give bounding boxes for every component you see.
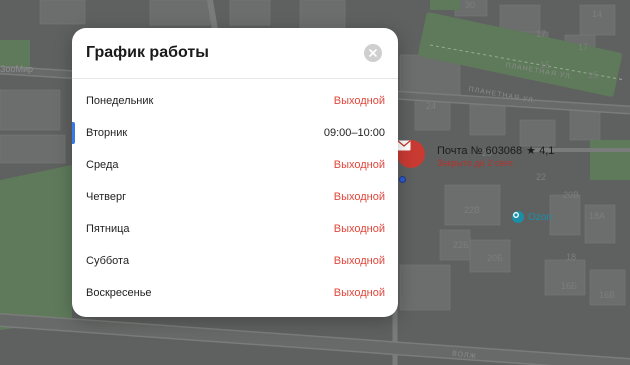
mail-envelope-icon[interactable] bbox=[397, 140, 425, 168]
schedule-row-monday: Понедельник Выходной bbox=[72, 85, 398, 117]
building-number: 15 bbox=[588, 70, 599, 80]
schedule-modal: График работы Понедельник Выходной Вторн… bbox=[72, 28, 398, 317]
building-number: 30 bbox=[465, 0, 476, 10]
modal-title: График работы bbox=[86, 44, 209, 61]
close-icon bbox=[369, 49, 377, 57]
day-name: Суббота bbox=[86, 255, 130, 267]
modal-header: График работы bbox=[72, 28, 398, 79]
building-number: 16Б bbox=[561, 281, 577, 291]
day-hours: Выходной bbox=[333, 191, 385, 203]
ozon-poi[interactable]: Ozon bbox=[512, 211, 552, 223]
poi-rating: ★ 4,1 bbox=[526, 145, 555, 157]
day-hours: Выходной bbox=[333, 255, 385, 267]
schedule-row-saturday: Суббота Выходной bbox=[72, 245, 398, 277]
building-number: 18А bbox=[589, 211, 606, 221]
building-number: 22 bbox=[536, 172, 547, 182]
day-hours: Выходной bbox=[333, 159, 385, 171]
day-hours: Выходной bbox=[333, 223, 385, 235]
poi-title[interactable]: Почта № 603068 ★ 4,1 bbox=[437, 144, 554, 157]
building-number: 17 bbox=[578, 42, 589, 52]
day-hours: Выходной bbox=[333, 287, 385, 299]
day-name: Среда bbox=[86, 159, 119, 171]
ozon-pin-icon[interactable] bbox=[512, 211, 524, 223]
building-number: 22В bbox=[464, 205, 481, 215]
day-name: Понедельник bbox=[86, 95, 154, 107]
building-number: 15 bbox=[540, 60, 551, 70]
schedule-row-thursday: Четверг Выходной bbox=[72, 181, 398, 213]
day-hours: 09:00–10:00 bbox=[323, 127, 385, 139]
close-button[interactable] bbox=[364, 44, 382, 62]
schedule-list: Понедельник Выходной Вторник 09:00–10:00… bbox=[72, 85, 398, 309]
poi-name: Почта № 603068 bbox=[437, 145, 523, 157]
building-number: 24 bbox=[426, 101, 437, 111]
map-label-zoomir[interactable]: ЗооМир bbox=[0, 64, 33, 74]
schedule-row-friday: Пятница Выходной bbox=[72, 213, 398, 245]
location-dot bbox=[399, 176, 406, 183]
building-number: 17 bbox=[536, 29, 547, 39]
building-number: 16В bbox=[599, 290, 616, 300]
poi-status: Закрыто до 2 сент. bbox=[437, 158, 515, 168]
building-number: 20В bbox=[563, 190, 580, 200]
day-hours: Выходной bbox=[333, 95, 385, 107]
day-name: Пятница bbox=[86, 223, 130, 235]
ozon-label: Ozon bbox=[528, 211, 552, 223]
day-name: Воскресенье bbox=[86, 287, 152, 299]
schedule-row-wednesday: Среда Выходной bbox=[72, 149, 398, 181]
day-name: Четверг bbox=[86, 191, 127, 203]
building-number: 14 bbox=[592, 9, 603, 19]
building-number: 20Б bbox=[487, 253, 503, 263]
building-number: 22Б bbox=[453, 240, 469, 250]
schedule-row-tuesday: Вторник 09:00–10:00 bbox=[72, 117, 398, 149]
day-name: Вторник bbox=[86, 127, 128, 139]
schedule-row-sunday: Воскресенье Выходной bbox=[72, 277, 398, 309]
building-number: 18 bbox=[566, 252, 577, 262]
